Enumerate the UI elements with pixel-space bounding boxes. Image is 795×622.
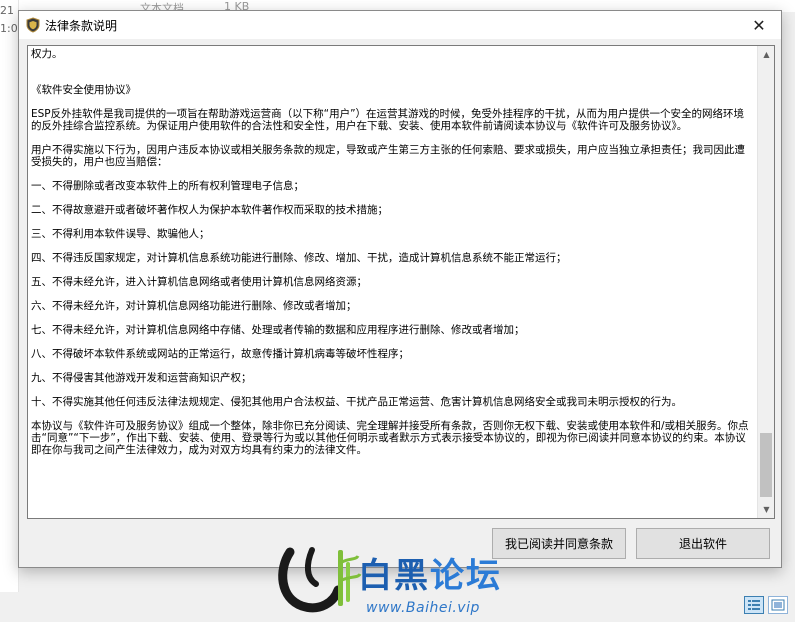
scroll-up-arrow-icon[interactable]: ▲ (758, 46, 774, 63)
terms-paragraph: 七、不得未经允许，对计算机信息网络中存储、处理或者传输的数据和应用程序进行删除、… (31, 324, 525, 336)
terms-paragraph: ESP反外挂软件是我司提供的一项旨在帮助游戏运营商（以下称“用户”）在运营其游戏… (31, 108, 745, 132)
dialog-title: 法律条款说明 (45, 19, 118, 33)
dialog-titlebar[interactable]: 法律条款说明 ✕ (19, 11, 781, 39)
terms-paragraph: 五、不得未经允许，进入计算机信息网络或者使用计算机信息网络资源； (31, 276, 367, 288)
terms-paragraph: 三、不得利用本软件误导、欺骗他人； (31, 228, 210, 240)
details-view-icon (748, 600, 760, 610)
vertical-scrollbar[interactable]: ▲ ▼ (757, 46, 774, 518)
legal-terms-dialog: 法律条款说明 ✕ 权力。《软件安全使用协议》 ESP反外挂软件是我司提供的一项旨在… (18, 10, 782, 568)
terms-paragraph: 九、不得侵害其他游戏开发和运营商知识产权； (31, 372, 252, 384)
details-view-button[interactable] (744, 596, 764, 614)
terms-paragraph: 《软件安全使用协议》 (31, 84, 136, 96)
background-time-fragment: 21 (0, 4, 14, 17)
scroll-down-arrow-icon[interactable]: ▼ (758, 501, 774, 518)
terms-paragraph: 本协议与《软件许可及服务协议》组成一个整体，除非你已充分阅读、完全理解并接受所有… (31, 420, 749, 456)
watermark-text: 白黑论坛 (358, 548, 502, 597)
close-icon: ✕ (752, 15, 766, 35)
watermark-char: 论 (430, 556, 466, 596)
terms-paragraph: 八、不得破坏本软件系统或网站的正常运行，故意传播计算机病毒等破坏性程序； (31, 348, 409, 360)
background-time-fragment: 1:0 (0, 22, 18, 35)
large-icons-view-icon (771, 599, 785, 611)
exit-button[interactable]: 退出软件 (636, 528, 770, 559)
close-button[interactable]: ✕ (737, 11, 781, 39)
terms-paragraph: 权力。 (31, 48, 63, 60)
background-file-list (0, 0, 19, 622)
terms-text-area[interactable]: 权力。《软件安全使用协议》 ESP反外挂软件是我司提供的一项旨在帮助游戏运营商（以… (27, 45, 775, 519)
shield-icon (26, 17, 40, 33)
scrollbar-thumb[interactable] (760, 433, 772, 497)
terms-paragraph: 十、不得实施其他任何违反法律法规规定、侵犯其他用户合法权益、干扰产品正常运营、危… (31, 396, 682, 408)
watermark-site: www.Baihei.vip (366, 600, 480, 616)
watermark-char: 黑 (394, 556, 430, 596)
terms-paragraph: 一、不得删除或者改变本软件上的所有权利管理电子信息； (31, 180, 304, 192)
terms-paragraph: 用户不得实施以下行为，因用户违反本协议或相关服务条款的规定，导致或产生第三方主张… (31, 144, 745, 168)
watermark-char: 白 (358, 556, 394, 596)
large-icons-view-button[interactable] (768, 596, 788, 614)
watermark-char: 坛 (466, 556, 502, 596)
terms-paragraph: 四、不得违反国家规定，对计算机信息系统功能进行删除、修改、增加、干扰，造成计算机… (31, 252, 567, 264)
terms-content: 权力。《软件安全使用协议》 ESP反外挂软件是我司提供的一项旨在帮助游戏运营商（以… (31, 48, 751, 456)
terms-paragraph: 二、不得故意避开或者破坏著作权人为保护本软件著作权而采取的技术措施； (31, 204, 388, 216)
terms-paragraph: 六、不得未经允许，对计算机信息网络功能进行删除、修改或者增加； (31, 300, 357, 312)
